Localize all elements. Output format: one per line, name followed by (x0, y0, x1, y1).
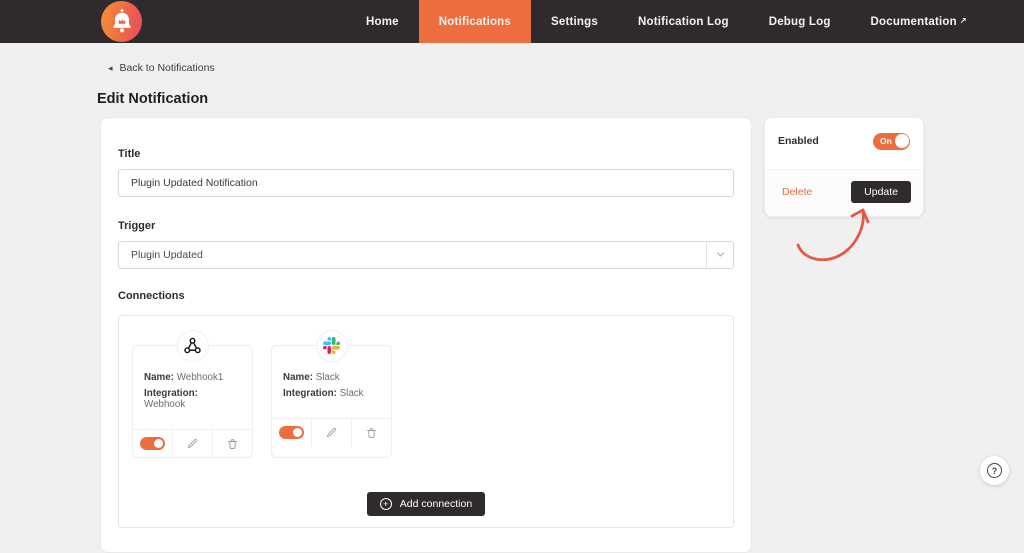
connections-label: Connections (118, 289, 185, 302)
edit-layout-row: Title Trigger Plugin Updated Connections (100, 116, 1024, 553)
slack-icon (315, 329, 348, 362)
nav-home[interactable]: Home (346, 0, 419, 43)
nav-documentation[interactable]: Documentation ↗ (851, 0, 987, 43)
bell-crown-icon (112, 7, 131, 32)
connection-name-label: Name: (283, 371, 313, 383)
chevron-down-icon (706, 241, 733, 268)
toggle-on-icon (279, 425, 304, 439)
connection-name-label: Name: (144, 371, 174, 383)
top-nav-bar: Home Notifications Settings Notification… (0, 0, 1024, 43)
nav-documentation-label: Documentation (870, 15, 957, 28)
nav-debug-log[interactable]: Debug Log (749, 0, 851, 43)
trash-icon (366, 427, 377, 438)
content-area: ◂ Back to Notifications Edit Notificatio… (0, 43, 1024, 553)
connection-integration: Webhook (144, 398, 186, 410)
connection-actions (133, 428, 252, 457)
add-icon: + (379, 497, 392, 510)
back-to-notifications-link[interactable]: ◂ Back to Notifications (108, 62, 215, 74)
connection-cards: Name: Webhook1 Integration: Webhook Name… (132, 329, 720, 458)
connection-enabled-toggle[interactable] (272, 419, 311, 446)
help-button[interactable]: ? (980, 456, 1009, 485)
edit-notification-card: Title Trigger Plugin Updated Connections (100, 116, 752, 553)
webhook-icon (176, 329, 209, 362)
connection-name: Slack (315, 371, 340, 383)
back-arrow-icon: ◂ (108, 62, 113, 73)
back-link-label: Back to Notifications (119, 62, 215, 74)
pencil-icon (187, 438, 198, 448)
connection-integration-label: Integration: (283, 387, 337, 399)
connections-box: Name: Webhook1 Integration: Webhook Name… (118, 314, 734, 528)
publish-panel: Enabled On Delete Update (764, 116, 924, 217)
trash-icon (227, 438, 238, 449)
delete-connection-button[interactable] (351, 418, 391, 446)
page-title: Edit Notification (97, 90, 209, 107)
edit-connection-button[interactable] (172, 429, 212, 457)
nav-notifications[interactable]: Notifications (418, 0, 532, 43)
toggle-on-icon (140, 436, 165, 450)
enabled-toggle[interactable]: On (873, 132, 910, 150)
panel-actions: Delete Update (765, 168, 923, 216)
connection-name: Webhook1 (176, 371, 224, 383)
toggle-knob (894, 134, 909, 148)
nav-settings[interactable]: Settings (531, 0, 618, 43)
plugin-logo[interactable] (101, 1, 142, 42)
trigger-select-value: Plugin Updated (131, 248, 203, 261)
title-input[interactable] (118, 168, 734, 197)
connection-integration-label: Integration: (144, 387, 198, 399)
delete-link[interactable]: Delete (782, 186, 812, 198)
trigger-select[interactable]: Plugin Updated (118, 240, 734, 269)
connection-enabled-toggle[interactable] (133, 430, 172, 457)
main-nav: Home Notifications Settings Notification… (346, 0, 987, 43)
side-column: Enabled On Delete Update (764, 116, 924, 261)
external-link-icon: ↗ (959, 16, 967, 25)
enabled-row: Enabled On (765, 118, 923, 169)
edit-connection-button[interactable] (311, 418, 351, 446)
toggle-state-label: On (880, 136, 892, 146)
update-button[interactable]: Update (851, 180, 911, 203)
add-connection-button[interactable]: + Add connection (366, 491, 486, 516)
connection-actions (272, 417, 391, 446)
title-label: Title (118, 147, 141, 160)
trigger-label: Trigger (118, 219, 156, 232)
pencil-icon (326, 427, 337, 437)
delete-connection-button[interactable] (212, 429, 252, 457)
connection-card-slack: Name: Slack Integration: Slack (271, 329, 392, 458)
nav-notification-log[interactable]: Notification Log (618, 0, 749, 43)
question-icon: ? (987, 463, 1002, 478)
connection-integration: Slack (339, 387, 364, 399)
enabled-label: Enabled (778, 135, 819, 147)
add-connection-label: Add connection (399, 497, 473, 510)
app-root: Home Notifications Settings Notification… (0, 0, 1024, 553)
connection-card-webhook: Name: Webhook1 Integration: Webhook (132, 329, 253, 458)
